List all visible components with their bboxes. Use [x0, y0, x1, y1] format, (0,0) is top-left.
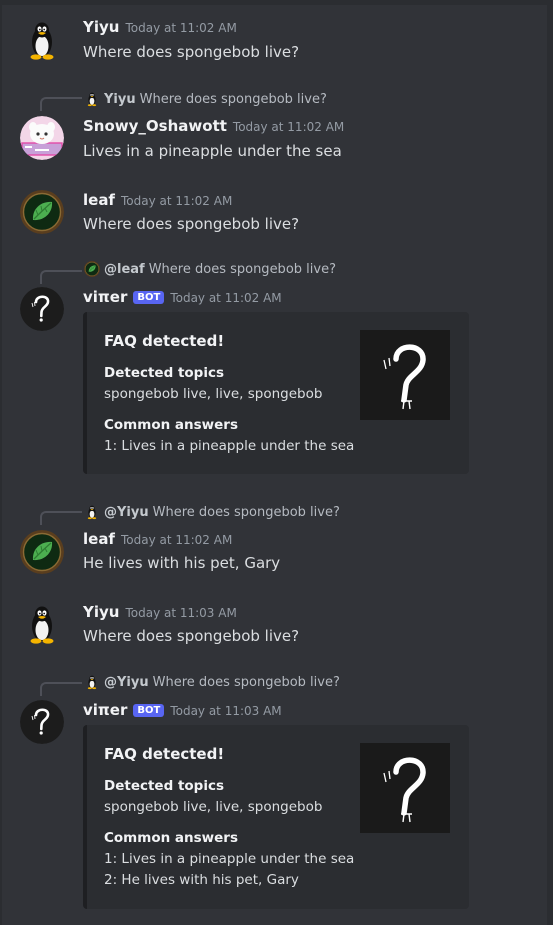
- message-header: Yiyu Today at 11:02 AM: [83, 18, 237, 36]
- timestamp: Today at 11:02 AM: [120, 194, 233, 208]
- embed-field-value: 2: He lives with his pet, Gary: [104, 872, 299, 888]
- username[interactable]: leaf: [83, 530, 115, 548]
- timestamp: Today at 11:02 AM: [170, 291, 282, 305]
- embed-field-value: spongebob live, live, spongebob: [104, 386, 323, 402]
- message-header: viπer BOT Today at 11:02 AM: [83, 288, 282, 306]
- embed-thumbnail[interactable]: [360, 743, 450, 833]
- reply-spine: [40, 682, 82, 696]
- username[interactable]: viπer: [83, 701, 127, 719]
- username[interactable]: leaf: [83, 191, 115, 209]
- message-text: He lives with his pet, Gary: [83, 554, 281, 572]
- message-header: viπer BOT Today at 11:03 AM: [83, 701, 282, 719]
- timestamp: Today at 11:02 AM: [232, 120, 345, 134]
- avatar[interactable]: [20, 287, 64, 331]
- embed-field-name: Common answers: [104, 830, 238, 846]
- reply-preview[interactable]: @Yiyu Where does spongebob live?: [84, 503, 340, 521]
- username[interactable]: Yiyu: [83, 18, 119, 36]
- message: Yiyu Today at 11:02 AM Where does sponge…: [0, 0, 540, 80]
- bot-badge: BOT: [133, 704, 165, 717]
- message-text: Lives in a pineapple under the sea: [83, 142, 342, 160]
- avatar[interactable]: [20, 190, 64, 234]
- avatar[interactable]: [20, 602, 64, 646]
- message-text: Where does spongebob live?: [83, 215, 300, 233]
- timestamp: Today at 11:02 AM: [125, 21, 237, 35]
- message-header: leaf Today at 11:02 AM: [83, 530, 232, 548]
- reply-text[interactable]: Where does spongebob live?: [153, 675, 340, 690]
- username[interactable]: Yiyu: [83, 603, 119, 621]
- oshawott-avatar: [20, 116, 64, 160]
- leaf-icon: [84, 261, 100, 277]
- reply-avatar: [84, 91, 100, 107]
- reply-preview[interactable]: @leaf Where does spongebob live?: [84, 260, 336, 278]
- tux-penguin-icon: [84, 504, 100, 520]
- timestamp: Today at 11:02 AM: [120, 533, 233, 547]
- username[interactable]: Snowy_Oshawott: [83, 117, 227, 135]
- embed-field-value: 1: Lives in a pineapple under the sea: [104, 438, 355, 454]
- message-text: Where does spongebob live?: [83, 627, 300, 645]
- reply-avatar: [84, 674, 100, 690]
- avatar[interactable]: [20, 700, 64, 744]
- embed-field-name: Detected topics: [104, 365, 225, 381]
- message: @Yiyu Where does spongebob live? viπer B…: [0, 670, 540, 925]
- question-mark-pi-icon: [360, 743, 450, 833]
- question-mark-pi-icon: [20, 700, 64, 744]
- tux-penguin-icon: [20, 602, 64, 646]
- embed-title: FAQ detected!: [104, 332, 225, 350]
- message-text: Where does spongebob live?: [83, 43, 300, 61]
- reply-text[interactable]: Where does spongebob live?: [140, 92, 327, 107]
- reply-author[interactable]: @leaf: [104, 262, 145, 277]
- avatar[interactable]: [20, 116, 64, 160]
- faq-embed: FAQ detected! Detected topics spongebob …: [83, 725, 469, 909]
- avatar[interactable]: [20, 530, 64, 574]
- message: @leaf Where does spongebob live? viπer B…: [0, 250, 540, 490]
- embed-field-name: Detected topics: [104, 778, 225, 794]
- reply-text[interactable]: Where does spongebob live?: [149, 262, 336, 277]
- embed-field-value: spongebob live, live, spongebob: [104, 799, 323, 815]
- reply-avatar: [84, 504, 100, 520]
- message-header: Snowy_Oshawott Today at 11:02 AM: [83, 117, 344, 135]
- username[interactable]: viπer: [83, 288, 127, 306]
- leaf-icon: [20, 190, 64, 234]
- reply-spine: [40, 511, 82, 525]
- question-mark-pi-icon: [360, 330, 450, 420]
- leaf-icon: [20, 530, 64, 574]
- message: Yiyu Today at 11:03 AM Where does sponge…: [0, 590, 540, 670]
- reply-author[interactable]: @Yiyu: [104, 675, 149, 690]
- embed-title: FAQ detected!: [104, 745, 225, 763]
- message: Yiyu Where does spongebob live? Snowy_Os…: [0, 80, 540, 170]
- embed-thumbnail[interactable]: [360, 330, 450, 420]
- message-header: Yiyu Today at 11:03 AM: [83, 603, 237, 621]
- reply-author[interactable]: @Yiyu: [104, 505, 149, 520]
- timestamp: Today at 11:03 AM: [125, 606, 237, 620]
- faq-embed: FAQ detected! Detected topics spongebob …: [83, 312, 469, 474]
- message-header: leaf Today at 11:02 AM: [83, 191, 232, 209]
- reply-spine: [40, 97, 82, 111]
- reply-text[interactable]: Where does spongebob live?: [153, 505, 340, 520]
- embed-field-name: Common answers: [104, 417, 238, 433]
- embed-field-value: 1: Lives in a pineapple under the sea: [104, 851, 355, 867]
- timestamp: Today at 11:03 AM: [170, 704, 282, 718]
- question-mark-pi-icon: [20, 287, 64, 331]
- tux-penguin-icon: [84, 674, 100, 690]
- reply-preview[interactable]: @Yiyu Where does spongebob live?: [84, 673, 340, 691]
- tux-penguin-icon: [20, 18, 64, 62]
- avatar[interactable]: [20, 18, 64, 62]
- reply-spine: [40, 270, 82, 284]
- reply-preview[interactable]: Yiyu Where does spongebob live?: [84, 90, 327, 108]
- message: @Yiyu Where does spongebob live? leaf To…: [0, 490, 540, 590]
- bot-badge: BOT: [133, 291, 165, 304]
- scrollbar-track[interactable]: [547, 0, 553, 925]
- message: leaf Today at 11:02 AM Where does sponge…: [0, 170, 540, 250]
- reply-author[interactable]: Yiyu: [104, 92, 136, 107]
- reply-avatar: [84, 261, 100, 277]
- tux-penguin-icon: [84, 91, 100, 107]
